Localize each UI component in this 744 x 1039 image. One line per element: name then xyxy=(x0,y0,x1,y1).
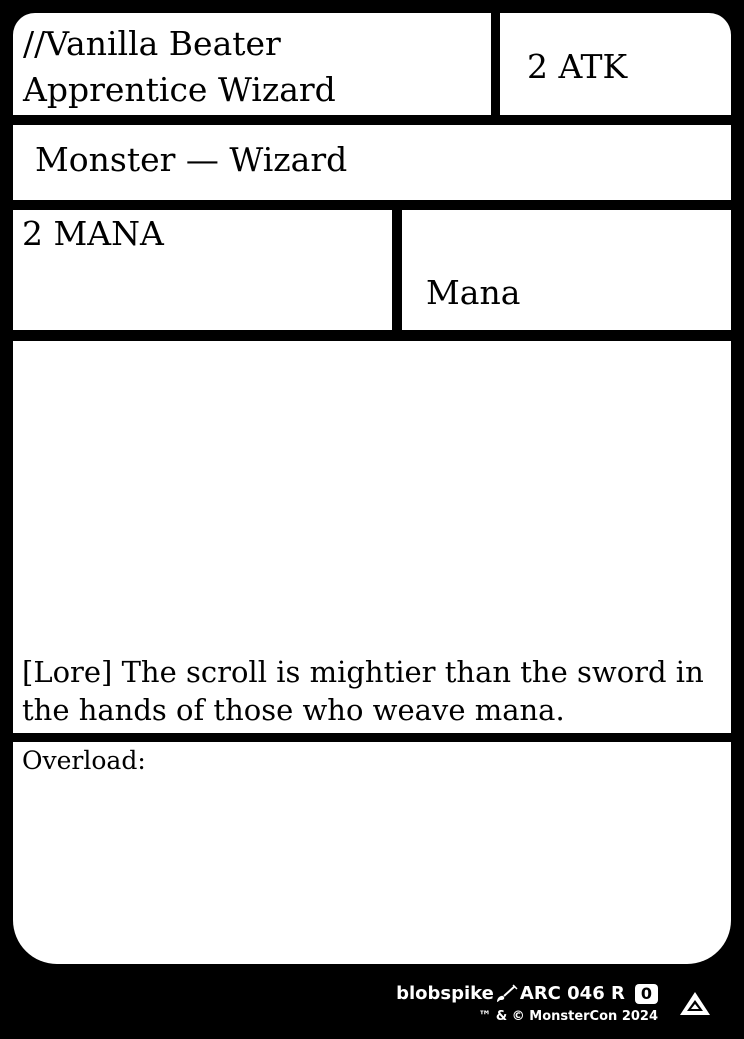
overload-label: Overload: xyxy=(22,746,146,775)
collector-info: ARC 046 R xyxy=(519,983,625,1004)
paintbrush-icon xyxy=(496,984,518,1002)
card-name: //Vanilla Beater Apprentice Wizard xyxy=(23,21,336,113)
footer-info-line: blobspike ARC 046 R 0 xyxy=(396,982,658,1006)
type-line: Monster — Wizard xyxy=(35,140,348,179)
attack-box: 2 ATK xyxy=(500,13,731,115)
attack-value: 2 ATK xyxy=(527,47,628,86)
artist-name: blobspike xyxy=(396,983,494,1004)
rarity-badge: 0 xyxy=(634,984,658,1004)
overload-box: Overload: xyxy=(13,742,731,964)
card-name-line-1: //Vanilla Beater xyxy=(23,24,281,63)
mana-cost-box: 2 MANA xyxy=(13,210,392,330)
lore-text: [Lore] The scroll is mightier than the s… xyxy=(22,655,704,727)
mana-cost: 2 MANA xyxy=(22,214,164,253)
card-frame: //Vanilla Beater Apprentice Wizard 2 ATK… xyxy=(0,0,744,1039)
copyright-notice: ™ & © MonsterCon 2024 xyxy=(478,1009,658,1024)
type-line-box: Monster — Wizard xyxy=(13,125,731,200)
mana-type: Mana xyxy=(426,273,521,312)
mana-type-box: Mana xyxy=(402,210,731,330)
name-box: //Vanilla Beater Apprentice Wizard xyxy=(13,13,491,115)
set-logo-icon xyxy=(680,992,710,1015)
rules-text-box: [Lore] The scroll is mightier than the s… xyxy=(13,341,731,733)
card-footer: blobspike ARC 046 R 0 ™ & © MonsterCon 2… xyxy=(0,970,744,1039)
card-name-line-2: Apprentice Wizard xyxy=(23,70,336,109)
